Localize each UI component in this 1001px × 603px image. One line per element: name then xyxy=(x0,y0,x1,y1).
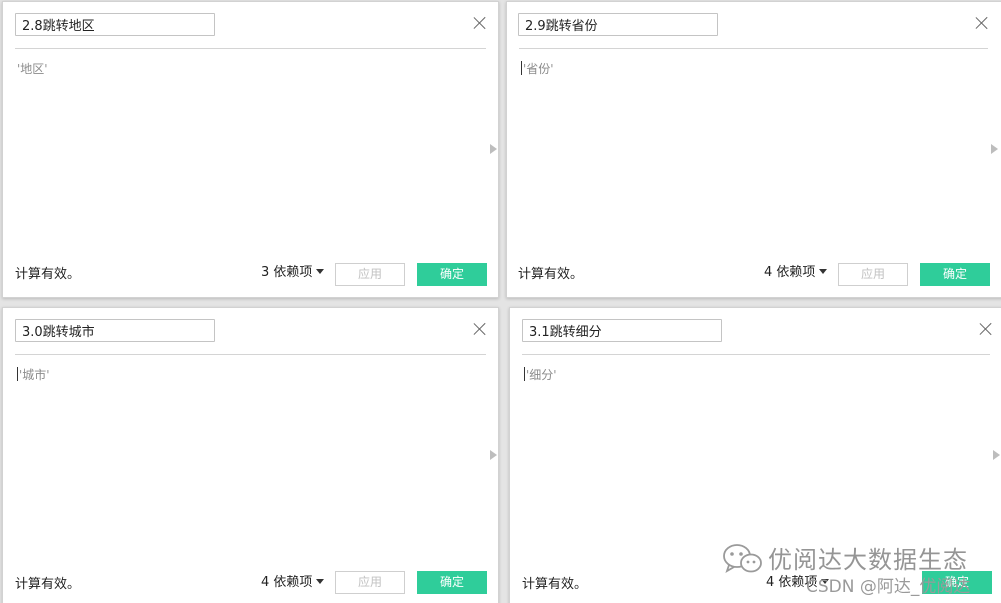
watermark-subtitle: CSDN @阿达_优阅达 xyxy=(806,577,971,597)
formula-text: '细分' xyxy=(526,368,557,382)
expand-arrow-icon[interactable] xyxy=(991,144,998,154)
dependencies-dropdown[interactable]: 4 依赖项 xyxy=(261,571,325,590)
close-icon[interactable] xyxy=(978,321,994,337)
calc-editor-panel-3: '城市' 计算有效。 4 依赖项 应用 确定 xyxy=(2,307,499,603)
dependencies-label: 4 依赖项 xyxy=(261,575,313,590)
formula-editor[interactable]: '城市' xyxy=(17,366,476,546)
watermark-title: 优阅达大数据生态 xyxy=(768,546,968,574)
calc-name-input[interactable] xyxy=(522,319,722,342)
close-icon[interactable] xyxy=(472,15,488,31)
dependencies-label: 3 依赖项 xyxy=(261,265,313,280)
chevron-down-icon xyxy=(316,579,325,584)
apply-button[interactable]: 应用 xyxy=(335,263,405,286)
watermark: 优阅达大数据生态 CSDN @阿达_优阅达 xyxy=(722,540,997,600)
text-caret xyxy=(521,61,522,75)
close-icon[interactable] xyxy=(472,321,488,337)
apply-button[interactable]: 应用 xyxy=(335,571,405,594)
text-caret xyxy=(524,367,525,381)
calc-status: 计算有效。 xyxy=(15,267,81,282)
divider xyxy=(15,48,486,49)
expand-arrow-icon[interactable] xyxy=(490,450,497,460)
close-icon[interactable] xyxy=(974,15,990,31)
ok-button[interactable]: 确定 xyxy=(417,263,487,286)
wechat-icon xyxy=(723,544,762,573)
formula-editor[interactable]: '省份' xyxy=(521,60,980,240)
calc-status: 计算有效。 xyxy=(518,267,584,282)
calc-editor-panel-2: '省份' 计算有效。 4 依赖项 应用 确定 xyxy=(506,1,1001,298)
divider xyxy=(15,354,486,355)
chevron-down-icon xyxy=(316,269,325,274)
ok-button[interactable]: 确定 xyxy=(417,571,487,594)
calc-status: 计算有效。 xyxy=(15,577,81,592)
divider xyxy=(522,354,990,355)
dependencies-dropdown[interactable]: 4 依赖项 xyxy=(764,261,828,280)
formula-text: '省份' xyxy=(523,62,554,76)
formula-text: '城市' xyxy=(19,368,50,382)
divider xyxy=(519,48,988,49)
dependencies-label: 4 依赖项 xyxy=(764,265,816,280)
apply-button[interactable]: 应用 xyxy=(838,263,908,286)
calc-editor-panel-1: '地区' 计算有效。 3 依赖项 应用 确定 xyxy=(2,1,499,298)
formula-editor[interactable]: '地区' xyxy=(17,60,476,240)
calc-status: 计算有效。 xyxy=(522,577,588,592)
text-caret xyxy=(17,367,18,381)
formula-editor[interactable]: '细分' xyxy=(524,366,980,546)
dependencies-dropdown[interactable]: 3 依赖项 xyxy=(261,261,325,280)
calc-name-input[interactable] xyxy=(518,13,718,36)
calc-name-input[interactable] xyxy=(15,13,215,36)
chevron-down-icon xyxy=(819,269,828,274)
ok-button[interactable]: 确定 xyxy=(920,263,990,286)
calc-name-input[interactable] xyxy=(15,319,215,342)
formula-text: '地区' xyxy=(17,62,48,76)
expand-arrow-icon[interactable] xyxy=(490,144,497,154)
expand-arrow-icon[interactable] xyxy=(993,450,1000,460)
